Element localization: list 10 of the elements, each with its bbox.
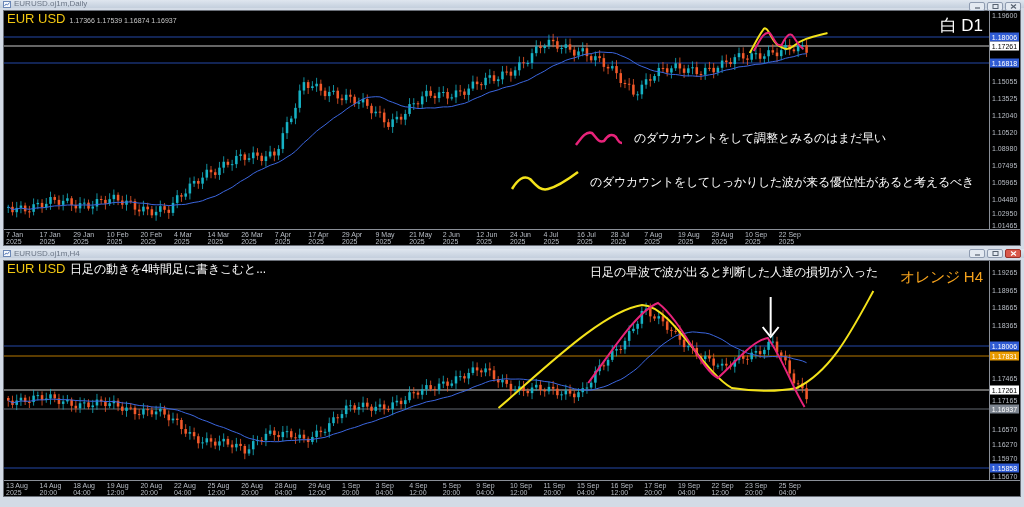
chart-note: のダウカウントをしてしっかりした波が来る優位性があると考えるべき xyxy=(590,176,974,188)
chart-note: 日足の動きを4時間足に書きこむと... xyxy=(69,263,267,275)
window-title: EURUSD.oj1m,H4 xyxy=(14,249,80,258)
window-title: EURUSD.oj1m,Daily xyxy=(14,0,88,8)
symbol-label: EUR USD xyxy=(7,262,66,275)
timeframe-label: オレンジ H4 xyxy=(899,269,983,284)
chart-note: 日足の早波で波が出ると判断した人達の損切が入った xyxy=(590,266,878,278)
symbol-label: EUR USD xyxy=(7,12,66,25)
chart-note: のダウカウントをして調整とみるのはまだ早い xyxy=(634,132,886,144)
timeframe-label: 白 D1 xyxy=(939,17,983,34)
